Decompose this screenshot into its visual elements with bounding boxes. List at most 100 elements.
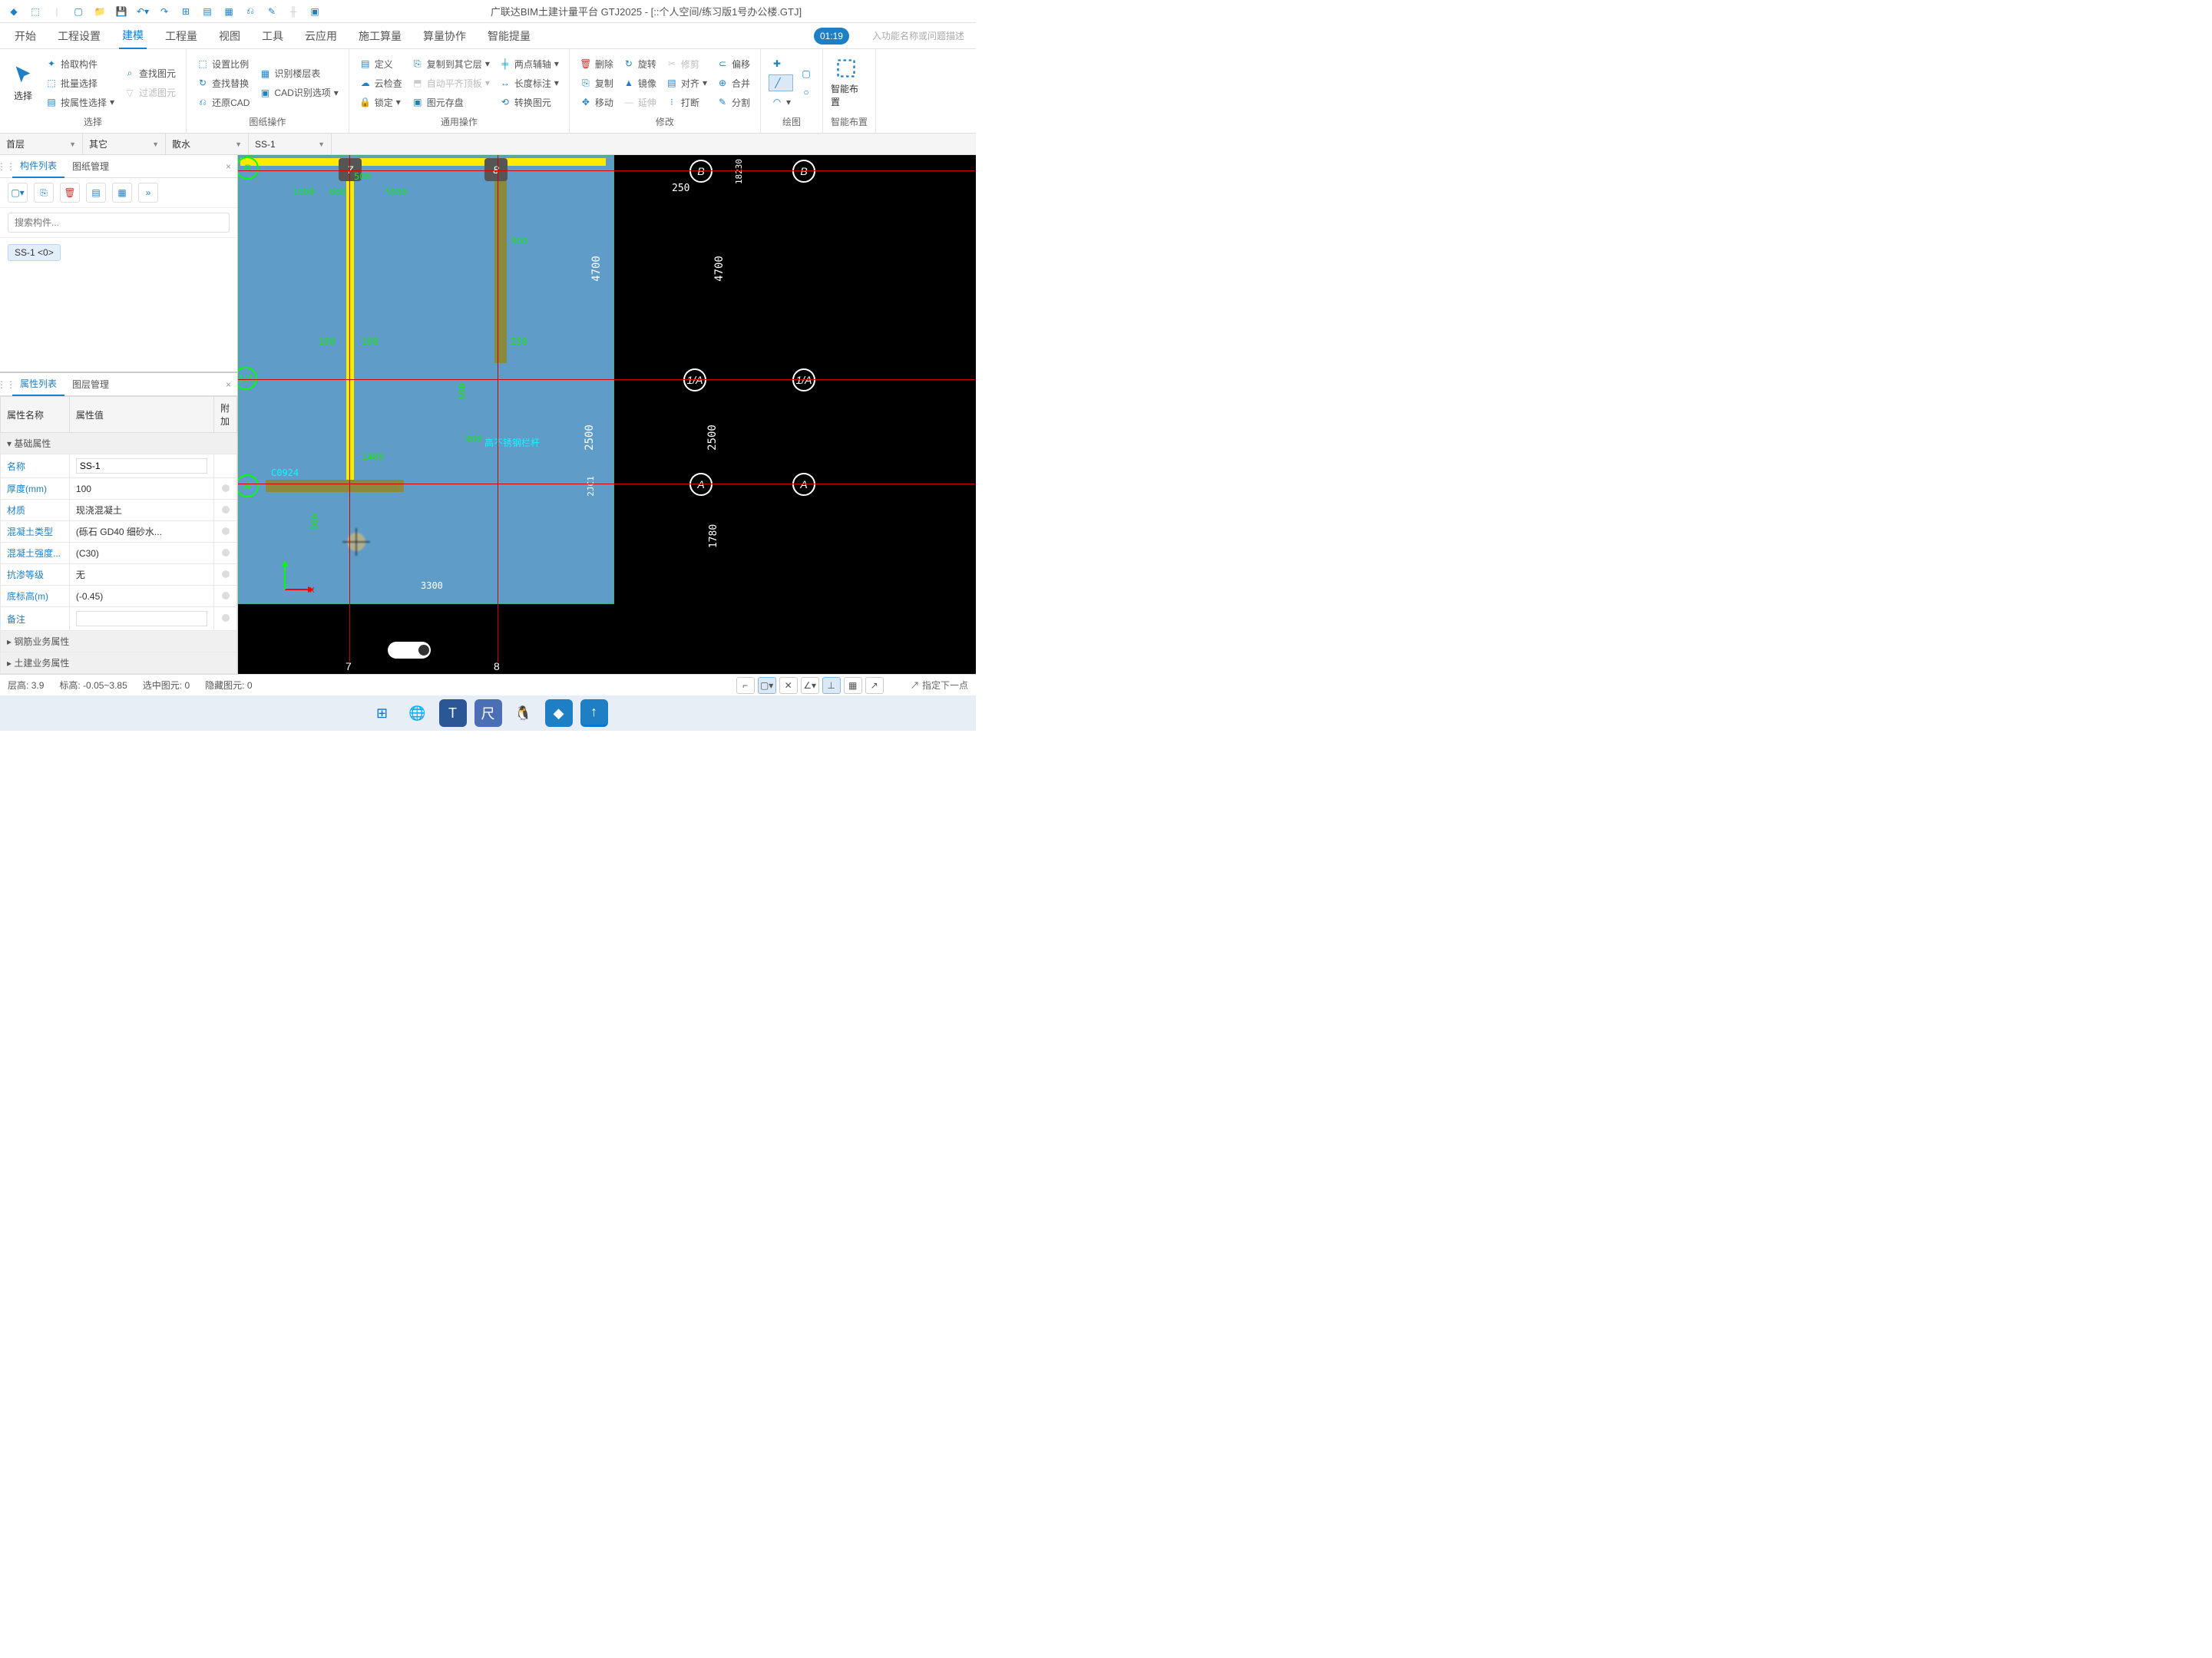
search-hint[interactable]: 入功能名称或问题描述	[872, 29, 964, 42]
drag-handle-icon[interactable]: ⋮⋮	[0, 379, 12, 390]
snap-intersect[interactable]: ✕	[779, 677, 798, 694]
edit-icon[interactable]: ✎	[264, 4, 279, 19]
app-tile-2[interactable]: 尺	[474, 699, 502, 727]
length-dim[interactable]: ↔长度标注 ▾	[497, 75, 561, 91]
qq-app[interactable]: 🐧	[510, 699, 537, 727]
break[interactable]: ⁝打断	[663, 94, 709, 111]
close-icon[interactable]: ×	[220, 379, 237, 390]
layer-icon[interactable]: ▤	[200, 4, 215, 19]
group-label-modify[interactable]: 修改	[577, 115, 752, 128]
file-new-icon[interactable]: ▢	[71, 4, 86, 19]
extend[interactable]: —延伸	[620, 94, 659, 111]
smart-layout[interactable]: 智能布置	[831, 54, 861, 112]
delete[interactable]: 🗑删除	[577, 56, 616, 72]
element-save[interactable]: ▣图元存盘	[409, 94, 492, 111]
type-selector[interactable]: 散水▼	[166, 134, 249, 154]
grid-icon[interactable]: ⊞	[178, 4, 193, 19]
tab-layer-manage[interactable]: 图层管理	[64, 373, 117, 395]
save-icon[interactable]: 💾	[114, 4, 129, 19]
auto-align-top[interactable]: ⬒自动平齐顶板 ▾	[409, 75, 492, 91]
edge-browser[interactable]: 🌐	[404, 699, 431, 727]
snap-grid[interactable]: ▦	[844, 677, 862, 694]
attach-toggle[interactable]	[222, 570, 230, 578]
find-replace[interactable]: ↻查找替换	[194, 75, 252, 91]
search-input[interactable]	[8, 213, 230, 233]
app-icon[interactable]: ◆	[6, 4, 21, 19]
menu-start[interactable]: 开始	[12, 24, 39, 48]
app-tile-3[interactable]: ◆	[545, 699, 573, 727]
undo-icon[interactable]: ↶▾	[135, 4, 150, 19]
attach-toggle[interactable]	[222, 614, 230, 622]
close-icon[interactable]: ×	[220, 161, 237, 172]
draw-rect[interactable]: ▢	[798, 66, 815, 81]
folder-open-icon[interactable]: 📁	[92, 4, 107, 19]
prop-input-remark[interactable]	[76, 611, 207, 626]
new-component[interactable]: ▢▾	[8, 183, 28, 203]
snap-perp[interactable]: ⊥	[822, 677, 841, 694]
menu-collab[interactable]: 算量协作	[420, 24, 469, 48]
snap-endpoint[interactable]: ⌐	[736, 677, 755, 694]
attach-toggle[interactable]	[222, 527, 230, 535]
tab-drawing-manage[interactable]: 图纸管理	[64, 155, 117, 177]
copy[interactable]: ⎘复制	[577, 75, 616, 91]
menu-quantity[interactable]: 工程量	[162, 24, 200, 48]
drawing-canvas[interactable]: ‹ B 7 8 1/A A 1000 600 1000 500 900 100 …	[238, 155, 976, 674]
move[interactable]: ✥移动	[577, 94, 616, 111]
cad-options[interactable]: ▣CAD识别选项 ▾	[256, 84, 340, 101]
category-selector[interactable]: 其它▼	[83, 134, 166, 154]
component-settings[interactable]: ▦	[112, 183, 132, 203]
copy-to-floor[interactable]: ⎘复制到其它层 ▾	[409, 56, 492, 72]
copy-component[interactable]: ⎘	[34, 183, 54, 203]
tab-attributes[interactable]: 属性列表	[12, 372, 64, 396]
pick-component[interactable]: ✦拾取构件	[43, 56, 117, 72]
draw-circle[interactable]: ○	[798, 84, 815, 100]
menu-smart-extract[interactable]: 智能提量	[484, 24, 534, 48]
tab-component-list[interactable]: 构件列表	[12, 154, 64, 178]
find-element[interactable]: ⌕查找图元	[121, 65, 178, 81]
table-icon[interactable]: ▦	[221, 4, 236, 19]
menu-view[interactable]: 视图	[216, 24, 243, 48]
menu-cloud[interactable]: 云应用	[302, 24, 340, 48]
app-tile-4[interactable]: ↑	[580, 699, 608, 727]
drag-handle-icon[interactable]: ⋮⋮	[0, 161, 12, 172]
attach-toggle[interactable]	[222, 549, 230, 557]
group-rebar[interactable]: ▸ 钢筋业务属性	[1, 631, 237, 652]
link-icon[interactable]: ⎌	[243, 4, 258, 19]
more-icon[interactable]: »	[138, 183, 158, 203]
menu-modeling[interactable]: 建模	[119, 23, 147, 49]
floor-selector[interactable]: 首层▼	[0, 134, 83, 154]
split[interactable]: ✎分割	[714, 94, 752, 111]
offset[interactable]: ⊂偏移	[714, 56, 752, 72]
rotate[interactable]: ↻旋转	[620, 56, 659, 72]
attach-toggle[interactable]	[222, 506, 230, 514]
menu-construction[interactable]: 施工算量	[355, 24, 405, 48]
identify-floor-table[interactable]: ▦识别楼层表	[256, 65, 340, 81]
group-label-drawing[interactable]: 图纸操作	[194, 115, 341, 128]
ruler-icon[interactable]: ╫	[286, 4, 301, 19]
export-icon[interactable]: ▣	[307, 4, 322, 19]
select-by-attr[interactable]: ▤按属性选择 ▾	[43, 94, 117, 111]
app-tile-1[interactable]: T	[439, 699, 467, 727]
component-layers[interactable]: ▤	[86, 183, 106, 203]
two-point-axis[interactable]: ╪两点辅轴 ▾	[497, 56, 561, 72]
draw-line[interactable]: ╱	[769, 74, 793, 91]
set-scale[interactable]: ⬚设置比例	[194, 56, 252, 72]
snap-mid[interactable]: ▢▾	[758, 677, 776, 694]
trim[interactable]: ✂修剪	[663, 56, 709, 72]
draw-arc[interactable]: ◠▾	[769, 94, 793, 110]
merge[interactable]: ⊕合并	[714, 75, 752, 91]
prop-input-name[interactable]	[76, 458, 207, 474]
menu-project-settings[interactable]: 工程设置	[55, 24, 104, 48]
component-selector[interactable]: SS-1▼	[249, 134, 332, 154]
component-item[interactable]: SS-1 <0>	[8, 244, 61, 261]
lock[interactable]: 🔒锁定 ▾	[357, 94, 405, 111]
define[interactable]: ▤定义	[357, 56, 405, 72]
snap-track[interactable]: ↗	[865, 677, 884, 694]
group-civil[interactable]: ▸ 土建业务属性	[1, 652, 237, 674]
group-basic[interactable]: ▾ 基础属性	[1, 433, 237, 454]
mirror[interactable]: ▲镜像	[620, 75, 659, 91]
select-tool[interactable]: 选择	[8, 54, 38, 112]
align[interactable]: ▤对齐 ▾	[663, 75, 709, 91]
filter-element[interactable]: ▽过滤图元	[121, 84, 178, 101]
restore-cad[interactable]: ⎌还原CAD	[194, 94, 252, 111]
